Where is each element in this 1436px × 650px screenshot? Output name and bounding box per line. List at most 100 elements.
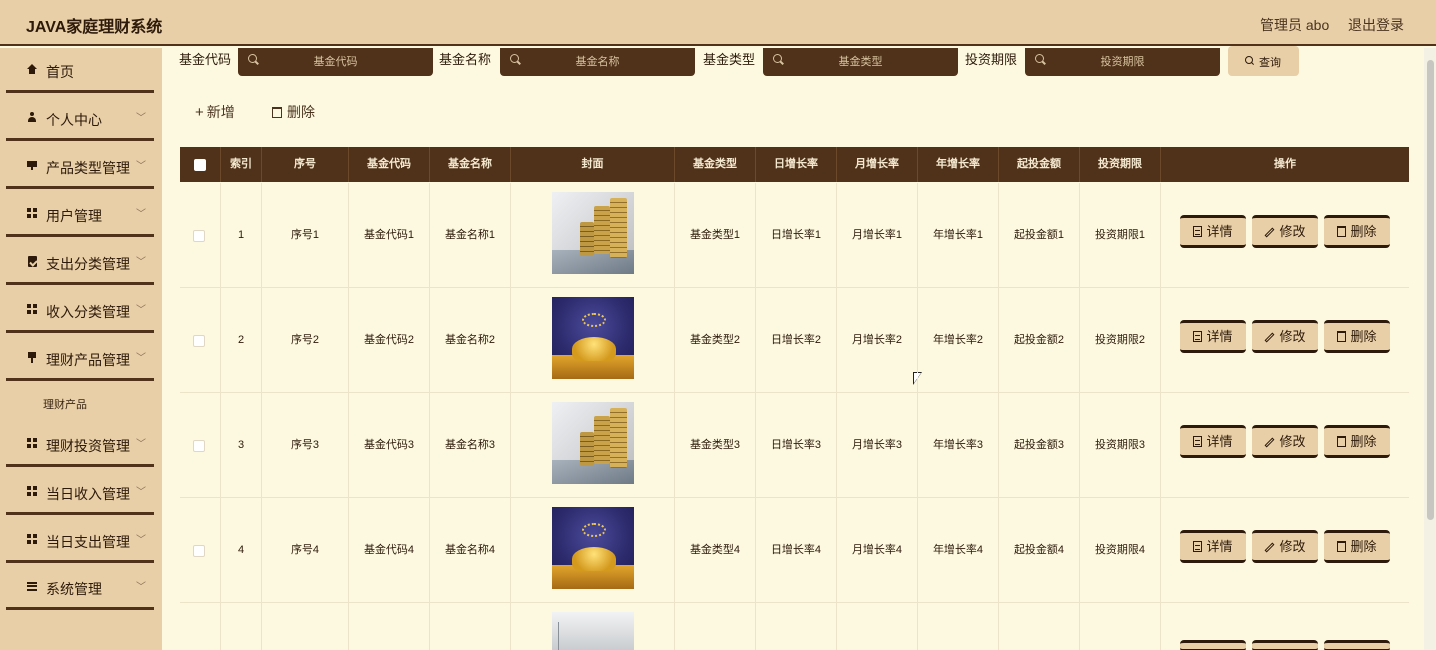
- detail-button[interactable]: 详情: [1180, 215, 1246, 248]
- col-type: 基金类型: [675, 147, 756, 182]
- plus-icon: +: [195, 104, 204, 121]
- select-all-checkbox[interactable]: [194, 159, 206, 171]
- cell-type: 基金类型3: [675, 393, 756, 498]
- table-row: 1 序号1 基金代码1 基金名称1 基金类型1 日增长率1 月增长率1 年增长率…: [180, 183, 1409, 288]
- sidebar-item-label: 支出分类管理: [46, 256, 130, 272]
- sidebar-item-home[interactable]: 首页: [6, 48, 154, 93]
- cell-monthly: 月增长率1: [837, 183, 918, 288]
- sidebar-item-investment[interactable]: 理财投资管理 ﹀: [6, 422, 154, 467]
- detail-button[interactable]: [1180, 640, 1246, 650]
- sidebar-item-label: 理财产品管理: [46, 352, 130, 368]
- search-label-fund-code: 基金代码: [179, 52, 232, 67]
- row-checkbox[interactable]: [193, 335, 205, 347]
- detail-button[interactable]: 详情: [1180, 320, 1246, 353]
- sidebar-item-personal-center[interactable]: 个人中心 ﹀: [6, 96, 154, 141]
- trash-icon: [1337, 331, 1347, 342]
- scrollbar-thumb[interactable]: [1427, 60, 1434, 520]
- cell-code: [349, 603, 430, 650]
- col-index: 索引: [221, 147, 262, 182]
- detail-button[interactable]: 详情: [1180, 425, 1246, 458]
- col-term: 投资期限: [1080, 147, 1161, 182]
- sidebar-item-expense-category[interactable]: 支出分类管理 ﹀: [6, 240, 154, 285]
- delete-button[interactable]: 删除: [1324, 320, 1390, 353]
- edit-button[interactable]: [1252, 640, 1318, 650]
- sidebar-item-label: 理财投资管理: [46, 438, 130, 454]
- cell-term: [1080, 603, 1161, 650]
- cell-seq: [262, 603, 349, 650]
- chevron-down-icon: ﹀: [136, 257, 146, 268]
- sidebar-item-income-category[interactable]: 收入分类管理 ﹀: [6, 288, 154, 333]
- cell-yearly: 年增长率3: [918, 393, 999, 498]
- cell-code: 基金代码4: [349, 498, 430, 603]
- edit-button[interactable]: 修改: [1252, 215, 1318, 248]
- sidebar-item-label: 当日收入管理: [46, 486, 130, 502]
- cell-term: 投资期限4: [1080, 498, 1161, 603]
- row-select-cell: [180, 288, 221, 393]
- document-icon: [1193, 541, 1203, 552]
- cell-ops: [1161, 603, 1409, 650]
- batch-delete-button[interactable]: 删除: [272, 102, 315, 122]
- sidebar-item-daily-income[interactable]: 当日收入管理 ﹀: [6, 470, 154, 515]
- sidebar-item-system[interactable]: 系统管理 ﹀: [6, 565, 154, 610]
- term-input[interactable]: 投资期限: [1025, 48, 1220, 76]
- detail-button[interactable]: 详情: [1180, 530, 1246, 563]
- chevron-down-icon: ﹀: [136, 209, 146, 220]
- table-row: 4 序号4 基金代码4 基金名称4 基金类型4 日增长率4 月增长率4 年增长率…: [180, 498, 1409, 603]
- edit-button[interactable]: 修改: [1252, 530, 1318, 563]
- fund-name-input[interactable]: 基金名称: [500, 48, 695, 76]
- sidebar-subitem-financial-product[interactable]: 理财产品: [43, 396, 87, 412]
- sidebar-item-label: 个人中心: [46, 112, 102, 128]
- search-label-term: 投资期限: [961, 49, 1022, 76]
- delete-button[interactable]: 删除: [1324, 215, 1390, 248]
- cell-index: 4: [221, 498, 262, 603]
- delete-button[interactable]: [1324, 640, 1390, 650]
- cell-monthly: [837, 603, 918, 650]
- detail-label: 详情: [1206, 224, 1233, 239]
- user-icon: [26, 111, 38, 123]
- cell-name: 基金名称2: [430, 288, 511, 393]
- delete-button[interactable]: 删除: [1324, 425, 1390, 458]
- cell-monthly: 月增长率3: [837, 393, 918, 498]
- sidebar-item-product-type[interactable]: 产品类型管理 ﹀: [6, 144, 154, 189]
- mouse-cursor-icon: [913, 372, 922, 385]
- app-title: JAVA家庭理财系统: [26, 19, 163, 36]
- cover-image: [552, 297, 634, 379]
- col-yearly: 年增长率: [918, 147, 999, 182]
- edit-button[interactable]: 修改: [1252, 425, 1318, 458]
- detail-label: 详情: [1206, 329, 1233, 344]
- chevron-down-icon: ﹀: [136, 439, 146, 450]
- edit-button[interactable]: 修改: [1252, 320, 1318, 353]
- edit-label: 修改: [1279, 539, 1306, 554]
- document-icon: [1193, 436, 1203, 447]
- edit-label: 修改: [1279, 329, 1306, 344]
- fund-type-placeholder: 基金类型: [838, 56, 883, 68]
- chevron-down-icon: ﹀: [136, 487, 146, 498]
- col-min: 起投金额: [999, 147, 1080, 182]
- cell-min: 起投金额3: [999, 393, 1080, 498]
- cell-seq: 序号2: [262, 288, 349, 393]
- query-button[interactable]: 查询: [1228, 46, 1299, 76]
- row-checkbox[interactable]: [193, 230, 205, 242]
- col-name: 基金名称: [430, 147, 511, 182]
- row-checkbox[interactable]: [193, 545, 205, 557]
- monitor-icon: [26, 159, 38, 171]
- delete-button[interactable]: 删除: [1324, 530, 1390, 563]
- sidebar-item-users[interactable]: 用户管理 ﹀: [6, 192, 154, 237]
- pencil-icon: [1265, 332, 1275, 343]
- trash-icon: [1337, 226, 1347, 237]
- row-select-cell: [180, 498, 221, 603]
- row-select-cell: [180, 393, 221, 498]
- search-label-fund-name: 基金名称: [435, 49, 496, 76]
- cell-term: 投资期限1: [1080, 183, 1161, 288]
- sidebar-item-financial-product[interactable]: 理财产品管理 ﹀: [6, 336, 154, 381]
- cell-type: 基金类型4: [675, 498, 756, 603]
- cell-name: 基金名称3: [430, 393, 511, 498]
- trash-icon: [1337, 436, 1347, 447]
- sidebar-item-daily-expense[interactable]: 当日支出管理 ﹀: [6, 518, 154, 563]
- logout-link[interactable]: 退出登录: [1348, 15, 1404, 35]
- row-checkbox[interactable]: [193, 440, 205, 452]
- fund-type-input[interactable]: 基金类型: [763, 48, 958, 76]
- fund-code-input[interactable]: 基金代码: [238, 48, 433, 76]
- add-button[interactable]: + 新增: [195, 102, 235, 122]
- cell-seq: 序号1: [262, 183, 349, 288]
